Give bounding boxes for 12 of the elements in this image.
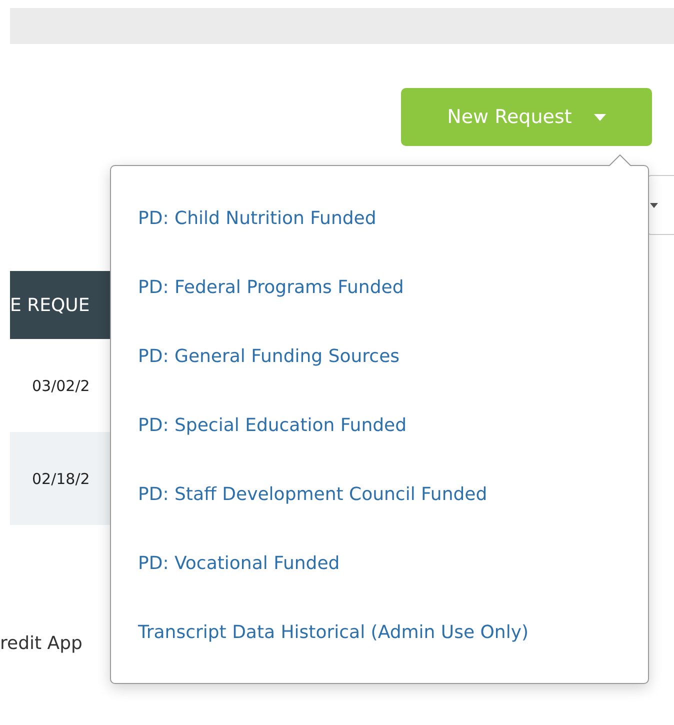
menu-item[interactable]: Transcript Data Historical (Admin Use Only) [138, 598, 529, 667]
menu-item[interactable]: PD: General Funding Sources [138, 322, 400, 391]
table-cell: 02/18/2 [10, 432, 110, 525]
column-header: E REQUE [10, 271, 110, 339]
menu-item[interactable]: PD: Child Nutrition Funded [138, 184, 376, 253]
menu-item[interactable]: PD: Vocational Funded [138, 529, 340, 598]
caret-icon [594, 114, 606, 120]
menu-item[interactable]: PD: Special Education Funded [138, 391, 407, 460]
table-cell-text: 03/02/2 [31, 376, 91, 396]
caret-icon [650, 202, 658, 208]
menu-item[interactable]: PD: Staff Development Council Funded [138, 460, 488, 529]
menu-item[interactable]: PD: Federal Programs Funded [138, 253, 404, 322]
